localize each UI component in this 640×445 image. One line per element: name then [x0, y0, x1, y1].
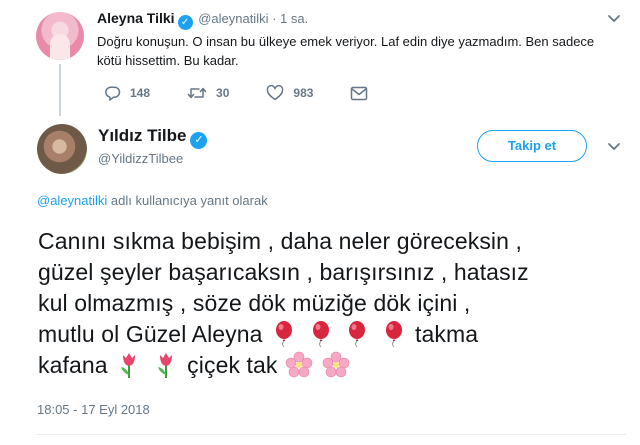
parent-author-handle[interactable]: @aleynatilki [198, 11, 268, 26]
parent-tweet-header: Aleyna Tilki ✓ @aleynatilki · 1 sa. [97, 10, 308, 30]
balloon-emoji [312, 321, 329, 348]
main-author-name[interactable]: Yıldız Tilbe ✓ [98, 126, 209, 149]
balloon-emoji [276, 321, 293, 348]
balloon-emoji [385, 321, 402, 348]
tweet-line-text: çiçek tak [187, 352, 285, 378]
retweet-button[interactable]: 30 [187, 85, 229, 101]
reply-mention-link[interactable]: @aleynatilki [37, 193, 107, 208]
chevron-down-icon[interactable] [607, 142, 621, 152]
main-author-handle[interactable]: @YildizzTilbee [98, 151, 183, 166]
direct-message-button[interactable] [350, 86, 377, 101]
tweet-line: güzel şeyler başarıcaksın , barışırsınız… [38, 259, 529, 285]
like-button[interactable]: 983 [266, 85, 313, 101]
parent-tweet-actions: 148 30 983 [104, 82, 414, 104]
cherry-blossom-emoji [322, 351, 349, 378]
like-count: 983 [293, 86, 314, 100]
avatar-aleyna[interactable] [36, 12, 84, 60]
main-author-name-text: Yıldız Tilbe [98, 126, 187, 145]
divider [36, 434, 626, 435]
parent-tweet-text: Doğru konuşun. O insan bu ülkeye emek ve… [97, 34, 595, 68]
thread-line [59, 64, 61, 116]
envelope-icon [351, 86, 368, 100]
tweet-line-text: takma [415, 321, 479, 347]
tulip-emoji [121, 353, 136, 378]
cherry-blossom-emoji [285, 351, 313, 378]
tweet-timestamp[interactable]: 18:05 - 17 Eyl 2018 [37, 402, 150, 417]
follow-button[interactable]: Takip et [477, 130, 587, 162]
main-tweet-text: Canını sıkma bebişim , daha neler görece… [38, 226, 628, 381]
reply-context-text: adlı kullanıcıya yanıt olarak [107, 193, 268, 208]
avatar-yildiz[interactable] [37, 124, 87, 174]
tweet-line: kul olmazmış , söze dök müziğe dök içini… [38, 290, 471, 316]
verified-badge-icon: ✓ [190, 132, 208, 149]
chevron-down-icon[interactable] [607, 14, 621, 24]
heart-icon [267, 85, 284, 101]
reply-button[interactable]: 148 [104, 85, 150, 101]
tweet-line-text: mutlu ol Güzel Aleyna [38, 321, 270, 347]
tweet-line: kafana çiçek tak [38, 350, 628, 381]
parent-author-name[interactable]: Aleyna Tilki [97, 10, 175, 26]
tweet-line-text: kafana [38, 352, 115, 378]
retweet-icon [187, 87, 207, 99]
tweet-line: Canını sıkma bebişim , daha neler görece… [38, 228, 523, 254]
tweet-line: mutlu ol Güzel Aleyna takma [38, 319, 628, 350]
parent-tweet[interactable]: Aleyna Tilki ✓ @aleynatilki · 1 sa. Doğru… [0, 0, 640, 116]
tulip-emoji [157, 353, 172, 378]
parent-tweet-time[interactable]: · 1 sa. [272, 11, 308, 26]
retweet-count: 30 [216, 86, 230, 100]
reply-icon [105, 86, 121, 101]
verified-badge-icon: ✓ [177, 15, 193, 30]
reply-count: 148 [130, 86, 151, 100]
reply-context: @aleynatilki adlı kullanıcıya yanıt olar… [37, 193, 268, 208]
balloon-emoji [349, 321, 366, 348]
